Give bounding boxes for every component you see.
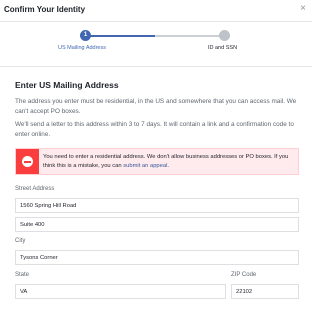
state-label: State xyxy=(15,272,30,278)
street-address-line2-input[interactable] xyxy=(15,217,299,232)
alert-icon-area xyxy=(16,149,39,174)
state-input[interactable] xyxy=(15,284,226,299)
submit-appeal-link[interactable]: submit an appeal xyxy=(123,163,167,169)
section-heading: Enter US Mailing Address xyxy=(15,80,119,90)
alert-text-end: . xyxy=(167,163,170,169)
progress-stepper: 1 US Mailing Address ID and SSN xyxy=(0,22,312,62)
no-entry-icon xyxy=(22,156,33,167)
street-address-label: Street Address xyxy=(15,186,55,192)
stepper-line-pending xyxy=(155,35,225,37)
city-input[interactable] xyxy=(15,250,299,265)
dialog-header: Confirm Your Identity × xyxy=(0,0,312,22)
step-1-label: US Mailing Address xyxy=(58,45,106,51)
close-icon[interactable]: × xyxy=(300,3,306,15)
dialog-title: Confirm Your Identity xyxy=(4,5,86,14)
stepper-line-completed xyxy=(85,35,155,37)
letter-info-text: We'll send a letter to this address with… xyxy=(15,121,294,138)
street-address-line1-input[interactable] xyxy=(15,198,299,213)
address-requirements-text: The address you enter must be residentia… xyxy=(15,98,297,115)
zip-code-label: ZIP Code xyxy=(231,272,257,278)
city-label: City xyxy=(15,238,26,244)
alert-message: You need to enter a residential address.… xyxy=(43,153,295,171)
zip-code-input[interactable] xyxy=(231,284,299,299)
header-divider xyxy=(0,66,312,67)
step-2-label: ID and SSN xyxy=(208,45,238,51)
step-2-indicator xyxy=(219,30,230,41)
error-alert: You need to enter a residential address.… xyxy=(15,148,299,175)
step-1-indicator: 1 xyxy=(80,30,91,41)
